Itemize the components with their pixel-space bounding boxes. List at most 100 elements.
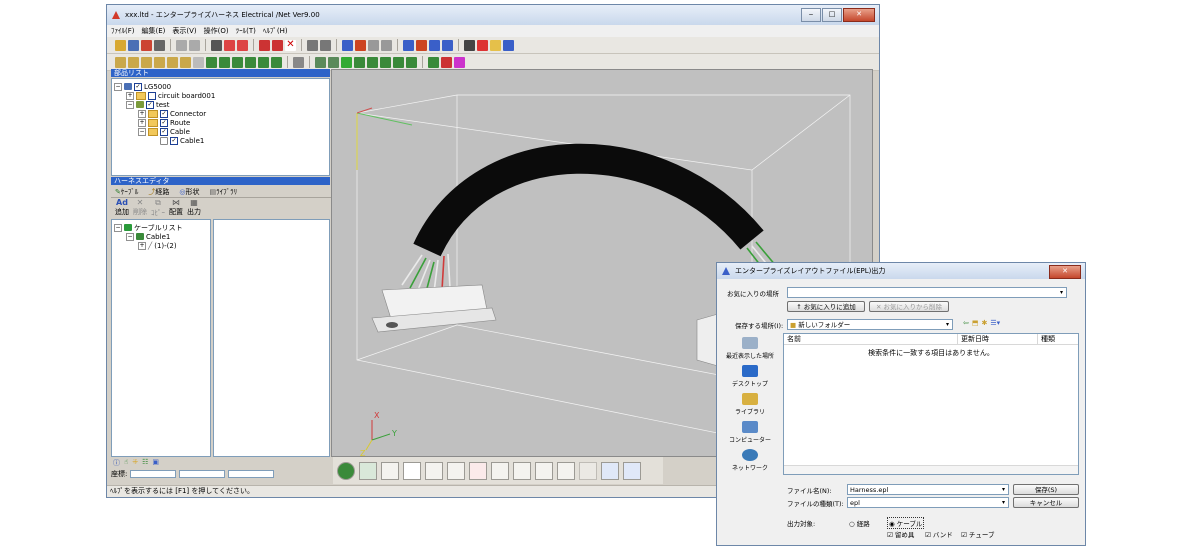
view-iso-icon[interactable]: [442, 39, 453, 51]
file-list[interactable]: 名前 更新日時 種類 検索条件に一致する項目はありません。: [783, 333, 1079, 475]
maximize-button[interactable]: □: [822, 8, 842, 22]
radio-route[interactable]: ○ 経路: [849, 518, 870, 528]
expand-icon[interactable]: +: [138, 109, 146, 118]
tree-row-test[interactable]: − ✓ test: [126, 100, 169, 109]
view-front-icon[interactable]: [403, 39, 414, 51]
back-icon[interactable]: ⇦: [963, 319, 969, 327]
part-a-icon[interactable]: [115, 56, 126, 68]
home-view-icon[interactable]: [557, 461, 575, 480]
hand-icon[interactable]: ☝: [124, 458, 128, 468]
checkbox-icon[interactable]: ✓: [146, 100, 154, 109]
save-icon[interactable]: [128, 39, 139, 51]
tree-row-cable1-list[interactable]: − Cable1: [126, 232, 170, 241]
layer-g-icon[interactable]: [393, 56, 404, 68]
part-c-icon[interactable]: [141, 56, 152, 68]
layer-f-icon[interactable]: [380, 56, 391, 68]
part-e-icon[interactable]: [167, 56, 178, 68]
tree-row-route[interactable]: + ✓ Route: [138, 118, 190, 127]
grid-icon[interactable]: [307, 39, 318, 51]
brush-icon[interactable]: [428, 56, 439, 68]
rotate-icon[interactable]: [337, 461, 355, 480]
render-icon[interactable]: [623, 461, 641, 480]
radio-cable[interactable]: ◉ ケーブル: [887, 517, 925, 529]
coord-x-field[interactable]: [130, 470, 177, 478]
checkbox-icon[interactable]: ✓: [160, 118, 168, 127]
connect-icon[interactable]: [259, 39, 270, 51]
part-f-icon[interactable]: [180, 56, 191, 68]
info-icon[interactable]: ⓘ: [113, 458, 120, 468]
collapse-icon[interactable]: −: [138, 127, 146, 136]
layout-button[interactable]: ⋈ 配置: [169, 198, 183, 218]
menu-file[interactable]: ﾌｧｲﾙ(F): [111, 26, 135, 36]
view-side-icon[interactable]: [429, 39, 440, 51]
open-icon[interactable]: [115, 39, 126, 51]
remove-favorite-button[interactable]: ✕ お気に入りから削除: [869, 301, 949, 312]
check-tube[interactable]: ☑ チューブ: [961, 529, 995, 539]
cube-red-icon[interactable]: [355, 39, 366, 51]
expand-icon[interactable]: +: [126, 91, 134, 100]
rewind-icon[interactable]: [464, 39, 475, 51]
palette-icon[interactable]: [454, 56, 465, 68]
route-e-icon[interactable]: [258, 56, 269, 68]
settings-small-icon[interactable]: ▣: [152, 458, 159, 468]
output-button[interactable]: ▦ 出力: [187, 198, 201, 218]
horizontal-scrollbar[interactable]: [784, 465, 1078, 474]
tree-row-cable1[interactable]: ✓ Cable1: [160, 136, 204, 145]
layer-d-icon[interactable]: [354, 56, 365, 68]
collapse-icon[interactable]: −: [126, 100, 134, 109]
pin-icon[interactable]: [425, 461, 443, 480]
menu-edit[interactable]: 編集(E): [142, 26, 166, 36]
place-desktop[interactable]: デスクトップ: [723, 365, 777, 388]
place-recent[interactable]: 最近表示した場所: [723, 337, 777, 360]
route-f-icon[interactable]: [271, 56, 282, 68]
snap-icon[interactable]: [491, 461, 509, 480]
route-a-icon[interactable]: [206, 56, 217, 68]
clipboard-icon[interactable]: [490, 39, 501, 51]
save-in-select[interactable]: ■ 新しいフォルダー ▾: [787, 319, 953, 330]
copy-button[interactable]: ⧉ ｺﾋﾟｰ: [151, 198, 165, 218]
tree-row-wire[interactable]: + ╱ (1)-(2): [138, 241, 177, 250]
column-name[interactable]: 名前: [784, 334, 957, 344]
up-folder-icon[interactable]: ⬒: [972, 319, 979, 327]
check-band[interactable]: ☑ バンド: [925, 529, 953, 539]
redo-icon[interactable]: [189, 39, 200, 51]
tab-cable[interactable]: ✎ｹｰﾌﾞﾙ: [115, 187, 138, 197]
grid-snap-icon[interactable]: ⁜: [132, 458, 138, 468]
delete-part-icon[interactable]: [237, 39, 248, 51]
tab-shape[interactable]: ◎形状: [179, 187, 199, 197]
cut-icon[interactable]: [224, 39, 235, 51]
pick-icon[interactable]: [469, 461, 487, 480]
part-d-icon[interactable]: [154, 56, 165, 68]
collapse-icon[interactable]: −: [114, 82, 122, 91]
dialog-close-button[interactable]: ✕: [1049, 265, 1081, 279]
save-button[interactable]: 保存(S): [1013, 484, 1079, 495]
coord-y-field[interactable]: [179, 470, 226, 478]
delete-button[interactable]: ✕ 削除: [133, 198, 147, 218]
color-icon[interactable]: [441, 56, 452, 68]
coord-z-field[interactable]: [228, 470, 275, 478]
pan-icon[interactable]: [381, 461, 399, 480]
tab-route[interactable]: ⤴経路: [148, 187, 169, 197]
menu-operation[interactable]: 操作(O): [204, 26, 229, 36]
tree-row-circuit-board[interactable]: + circuit board001: [126, 91, 215, 100]
layer-h-icon[interactable]: [406, 56, 417, 68]
favorites-select[interactable]: ▾: [787, 287, 1067, 298]
menu-view[interactable]: 表示(V): [172, 26, 196, 36]
expand-icon[interactable]: +: [138, 241, 146, 250]
column-modified[interactable]: 更新日時: [957, 334, 1037, 344]
frame-icon[interactable]: [601, 461, 619, 480]
route-d-icon[interactable]: [245, 56, 256, 68]
window-icon[interactable]: [503, 39, 514, 51]
tree-row-connector[interactable]: + ✓ Connector: [138, 109, 206, 118]
layer-c-icon[interactable]: [341, 56, 352, 68]
expand-icon[interactable]: +: [138, 118, 146, 127]
disconnect-icon[interactable]: [272, 39, 283, 51]
checkbox-icon[interactable]: ✓: [160, 127, 168, 136]
layer-b-icon[interactable]: [328, 56, 339, 68]
close-button[interactable]: ✕: [843, 8, 875, 22]
collapse-icon[interactable]: −: [114, 223, 122, 232]
column-type[interactable]: 種類: [1037, 334, 1055, 344]
layer-e-icon[interactable]: [367, 56, 378, 68]
bom-icon[interactable]: [477, 39, 488, 51]
tree-row-lg5000[interactable]: − ✓ LG5000: [114, 82, 171, 91]
